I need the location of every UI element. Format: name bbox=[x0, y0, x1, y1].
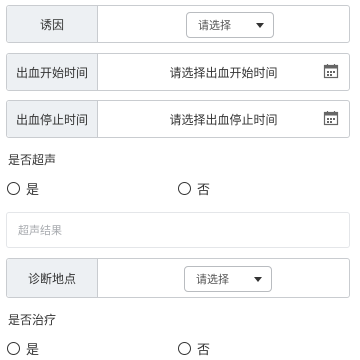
bleed-start-row[interactable]: 出血开始时间 请选择出血开始时间 bbox=[6, 53, 350, 91]
cause-select-value: 请选择 bbox=[198, 19, 231, 32]
bleed-stop-row[interactable]: 出血停止时间 请选择出血停止时间 bbox=[6, 100, 350, 138]
treatment-no-radio[interactable]: 否 bbox=[178, 339, 210, 358]
cause-select[interactable]: 请选择 bbox=[186, 12, 274, 38]
chevron-down-icon bbox=[254, 277, 262, 282]
bleed-stop-value: 请选择出血停止时间 bbox=[169, 112, 278, 127]
ultrasound-result-input[interactable]: 超声结果 bbox=[6, 212, 350, 248]
treatment-yes-label: 是 bbox=[26, 343, 40, 358]
ultrasound-title: 是否超声 bbox=[8, 153, 57, 167]
treatment-no-label: 否 bbox=[197, 343, 211, 358]
radio-circle-icon bbox=[178, 182, 191, 195]
radio-circle-icon bbox=[7, 182, 20, 195]
diagnosis-location-label: 诊断地点 bbox=[7, 259, 98, 297]
chevron-down-icon bbox=[256, 23, 264, 28]
ultrasound-result-placeholder: 超声结果 bbox=[18, 224, 62, 237]
diagnosis-location-select[interactable]: 请选择 bbox=[184, 266, 272, 292]
cause-row: 诱因 请选择 bbox=[6, 5, 350, 43]
ultrasound-yes-radio[interactable]: 是 bbox=[7, 179, 39, 198]
treatment-title: 是否治疗 bbox=[8, 313, 57, 327]
calendar-icon[interactable] bbox=[323, 63, 339, 79]
ultrasound-no-label: 否 bbox=[197, 183, 211, 198]
bleed-stop-field[interactable]: 请选择出血停止时间 bbox=[98, 101, 349, 137]
bleed-stop-label: 出血停止时间 bbox=[7, 101, 98, 137]
diagnosis-location-field: 请选择 bbox=[98, 259, 349, 297]
bleed-start-field[interactable]: 请选择出血开始时间 bbox=[98, 54, 349, 90]
bleed-start-value: 请选择出血开始时间 bbox=[169, 65, 278, 80]
treatment-yes-radio[interactable]: 是 bbox=[7, 339, 39, 358]
ultrasound-yes-label: 是 bbox=[26, 183, 40, 198]
calendar-icon[interactable] bbox=[323, 110, 339, 126]
ultrasound-no-radio[interactable]: 否 bbox=[178, 179, 210, 198]
radio-circle-icon bbox=[178, 342, 191, 355]
bleed-start-label: 出血开始时间 bbox=[7, 54, 98, 90]
cause-field: 请选择 bbox=[98, 6, 349, 42]
diagnosis-location-row: 诊断地点 请选择 bbox=[6, 258, 350, 298]
diagnosis-location-select-value: 请选择 bbox=[196, 273, 229, 286]
cause-label: 诱因 bbox=[7, 6, 98, 42]
radio-circle-icon bbox=[7, 342, 20, 355]
